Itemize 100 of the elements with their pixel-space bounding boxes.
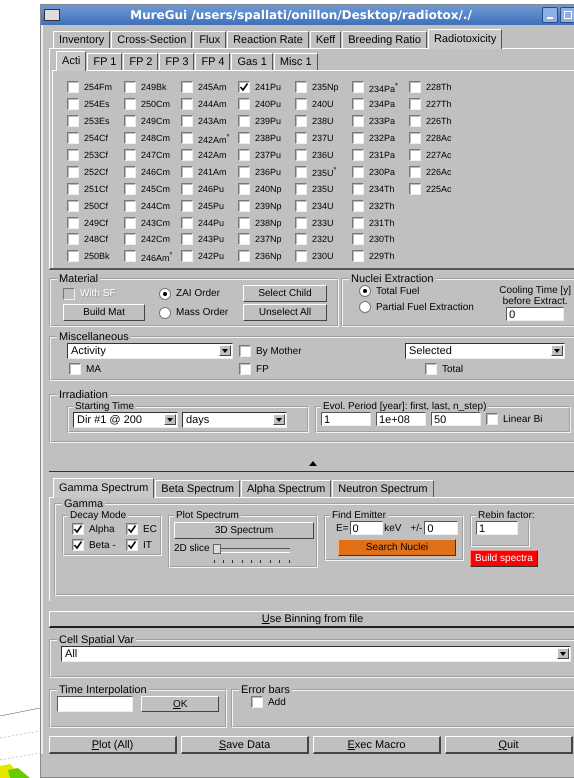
checkbox[interactable] xyxy=(409,98,421,110)
checkbox[interactable] xyxy=(181,81,193,94)
tab[interactable]: Reaction Rate xyxy=(227,31,309,48)
checkbox[interactable] xyxy=(124,98,136,110)
checkbox[interactable] xyxy=(181,132,193,144)
tab[interactable]: FP 4 xyxy=(195,53,230,70)
checkbox[interactable] xyxy=(251,696,263,708)
splitter-handle-icon[interactable] xyxy=(309,461,317,466)
checkbox[interactable] xyxy=(295,149,307,161)
checkbox[interactable] xyxy=(352,149,364,161)
checkbox[interactable] xyxy=(181,250,193,262)
checkbox[interactable] xyxy=(181,216,193,229)
checkbox[interactable] xyxy=(67,166,79,178)
checkbox[interactable] xyxy=(124,216,136,229)
tab[interactable]: FP 2 xyxy=(123,53,158,70)
checkbox[interactable] xyxy=(181,233,193,246)
action-button[interactable]: Exec Macro xyxy=(313,736,441,754)
ok-button[interactable]: OK xyxy=(141,696,219,712)
checkbox[interactable] xyxy=(72,523,84,535)
checkbox[interactable] xyxy=(124,182,136,195)
checkbox[interactable] xyxy=(238,81,250,94)
selection-dropdown[interactable]: Selected xyxy=(405,343,565,359)
tab[interactable]: Neutron Spectrum xyxy=(332,480,434,497)
rebin-field[interactable]: 1 xyxy=(476,521,518,535)
tab[interactable]: Misc 1 xyxy=(274,53,318,70)
checkbox[interactable] xyxy=(181,115,193,128)
checkbox[interactable] xyxy=(409,149,421,161)
time-field[interactable] xyxy=(57,696,134,712)
action-button[interactable]: Save Data xyxy=(181,736,309,754)
checkbox[interactable] xyxy=(67,98,79,110)
tab[interactable]: Flux xyxy=(193,31,226,48)
checkbox[interactable] xyxy=(238,182,250,195)
cooling-time-field[interactable]: 0 xyxy=(506,307,564,321)
checkbox[interactable] xyxy=(409,115,421,128)
n-step-field[interactable]: 50 xyxy=(431,412,481,426)
checkbox[interactable] xyxy=(67,233,79,246)
checkbox[interactable] xyxy=(239,345,251,357)
checkbox[interactable] xyxy=(238,166,250,178)
action-button[interactable]: Plot (All) xyxy=(49,736,177,754)
checkbox[interactable] xyxy=(124,149,136,161)
tab[interactable]: Radiotoxicity xyxy=(428,29,502,49)
maximize-button[interactable] xyxy=(560,7,574,23)
checkbox[interactable] xyxy=(409,182,421,195)
tab[interactable]: Breeding Ratio xyxy=(342,31,427,48)
checkbox[interactable] xyxy=(295,216,307,229)
tab[interactable]: Beta Spectrum xyxy=(155,480,240,497)
checkbox[interactable] xyxy=(67,200,79,212)
checkbox[interactable] xyxy=(295,166,307,178)
tab[interactable]: Acti xyxy=(56,51,86,71)
checkbox[interactable] xyxy=(124,166,136,178)
checkbox[interactable] xyxy=(238,132,250,144)
checkbox[interactable] xyxy=(352,115,364,128)
energy-field[interactable]: 0 xyxy=(350,521,384,535)
checkbox[interactable] xyxy=(181,149,193,161)
radio-button[interactable] xyxy=(359,285,371,297)
checkbox[interactable] xyxy=(352,216,364,229)
directory-dropdown[interactable]: Dir #1 @ 200 xyxy=(73,412,178,428)
checkbox[interactable] xyxy=(352,182,364,195)
checkbox[interactable] xyxy=(126,539,138,551)
checkbox[interactable] xyxy=(124,115,136,128)
cell-dropdown[interactable]: All xyxy=(61,646,571,662)
checkbox[interactable] xyxy=(352,166,364,178)
checkbox[interactable] xyxy=(124,81,136,94)
tolerance-field[interactable]: 0 xyxy=(424,521,458,535)
checkbox[interactable] xyxy=(239,363,251,375)
tab[interactable]: FP 1 xyxy=(87,53,122,70)
checkbox[interactable] xyxy=(124,233,136,246)
3d-spectrum-button[interactable]: 3D Spectrum xyxy=(174,522,314,539)
checkbox[interactable] xyxy=(67,182,79,195)
checkbox[interactable] xyxy=(295,182,307,195)
checkbox[interactable] xyxy=(352,132,364,144)
slice-slider[interactable] xyxy=(214,543,290,563)
checkbox[interactable] xyxy=(295,233,307,246)
checkbox[interactable] xyxy=(238,250,250,262)
checkbox[interactable] xyxy=(124,250,136,262)
select-child-button[interactable]: Select Child xyxy=(243,285,327,302)
tab[interactable]: Inventory xyxy=(53,31,110,48)
build-mat-button[interactable]: Build Mat xyxy=(63,304,145,321)
checkbox[interactable] xyxy=(295,250,307,262)
use-binning-button[interactable]: Use Binning from file xyxy=(49,611,574,628)
checkbox[interactable] xyxy=(238,200,250,212)
checkbox[interactable] xyxy=(295,98,307,110)
checkbox[interactable] xyxy=(238,115,250,128)
checkbox[interactable] xyxy=(181,182,193,195)
checkbox[interactable] xyxy=(352,81,364,94)
first-field[interactable]: 1 xyxy=(321,412,371,426)
checkbox[interactable] xyxy=(238,216,250,229)
tab[interactable]: Gas 1 xyxy=(231,53,273,70)
checkbox[interactable] xyxy=(67,250,79,262)
checkbox[interactable] xyxy=(409,166,421,178)
checkbox[interactable] xyxy=(409,81,421,94)
last-field[interactable]: 1e+08 xyxy=(376,412,426,426)
checkbox[interactable] xyxy=(295,81,307,94)
checkbox[interactable] xyxy=(352,200,364,212)
checkbox[interactable] xyxy=(295,200,307,212)
radio-button[interactable] xyxy=(159,306,171,318)
checkbox[interactable] xyxy=(67,81,79,94)
quantity-dropdown[interactable]: Activity xyxy=(67,343,233,359)
search-nuclei-button[interactable]: Search Nuclei xyxy=(338,539,456,556)
checkbox[interactable] xyxy=(67,149,79,161)
